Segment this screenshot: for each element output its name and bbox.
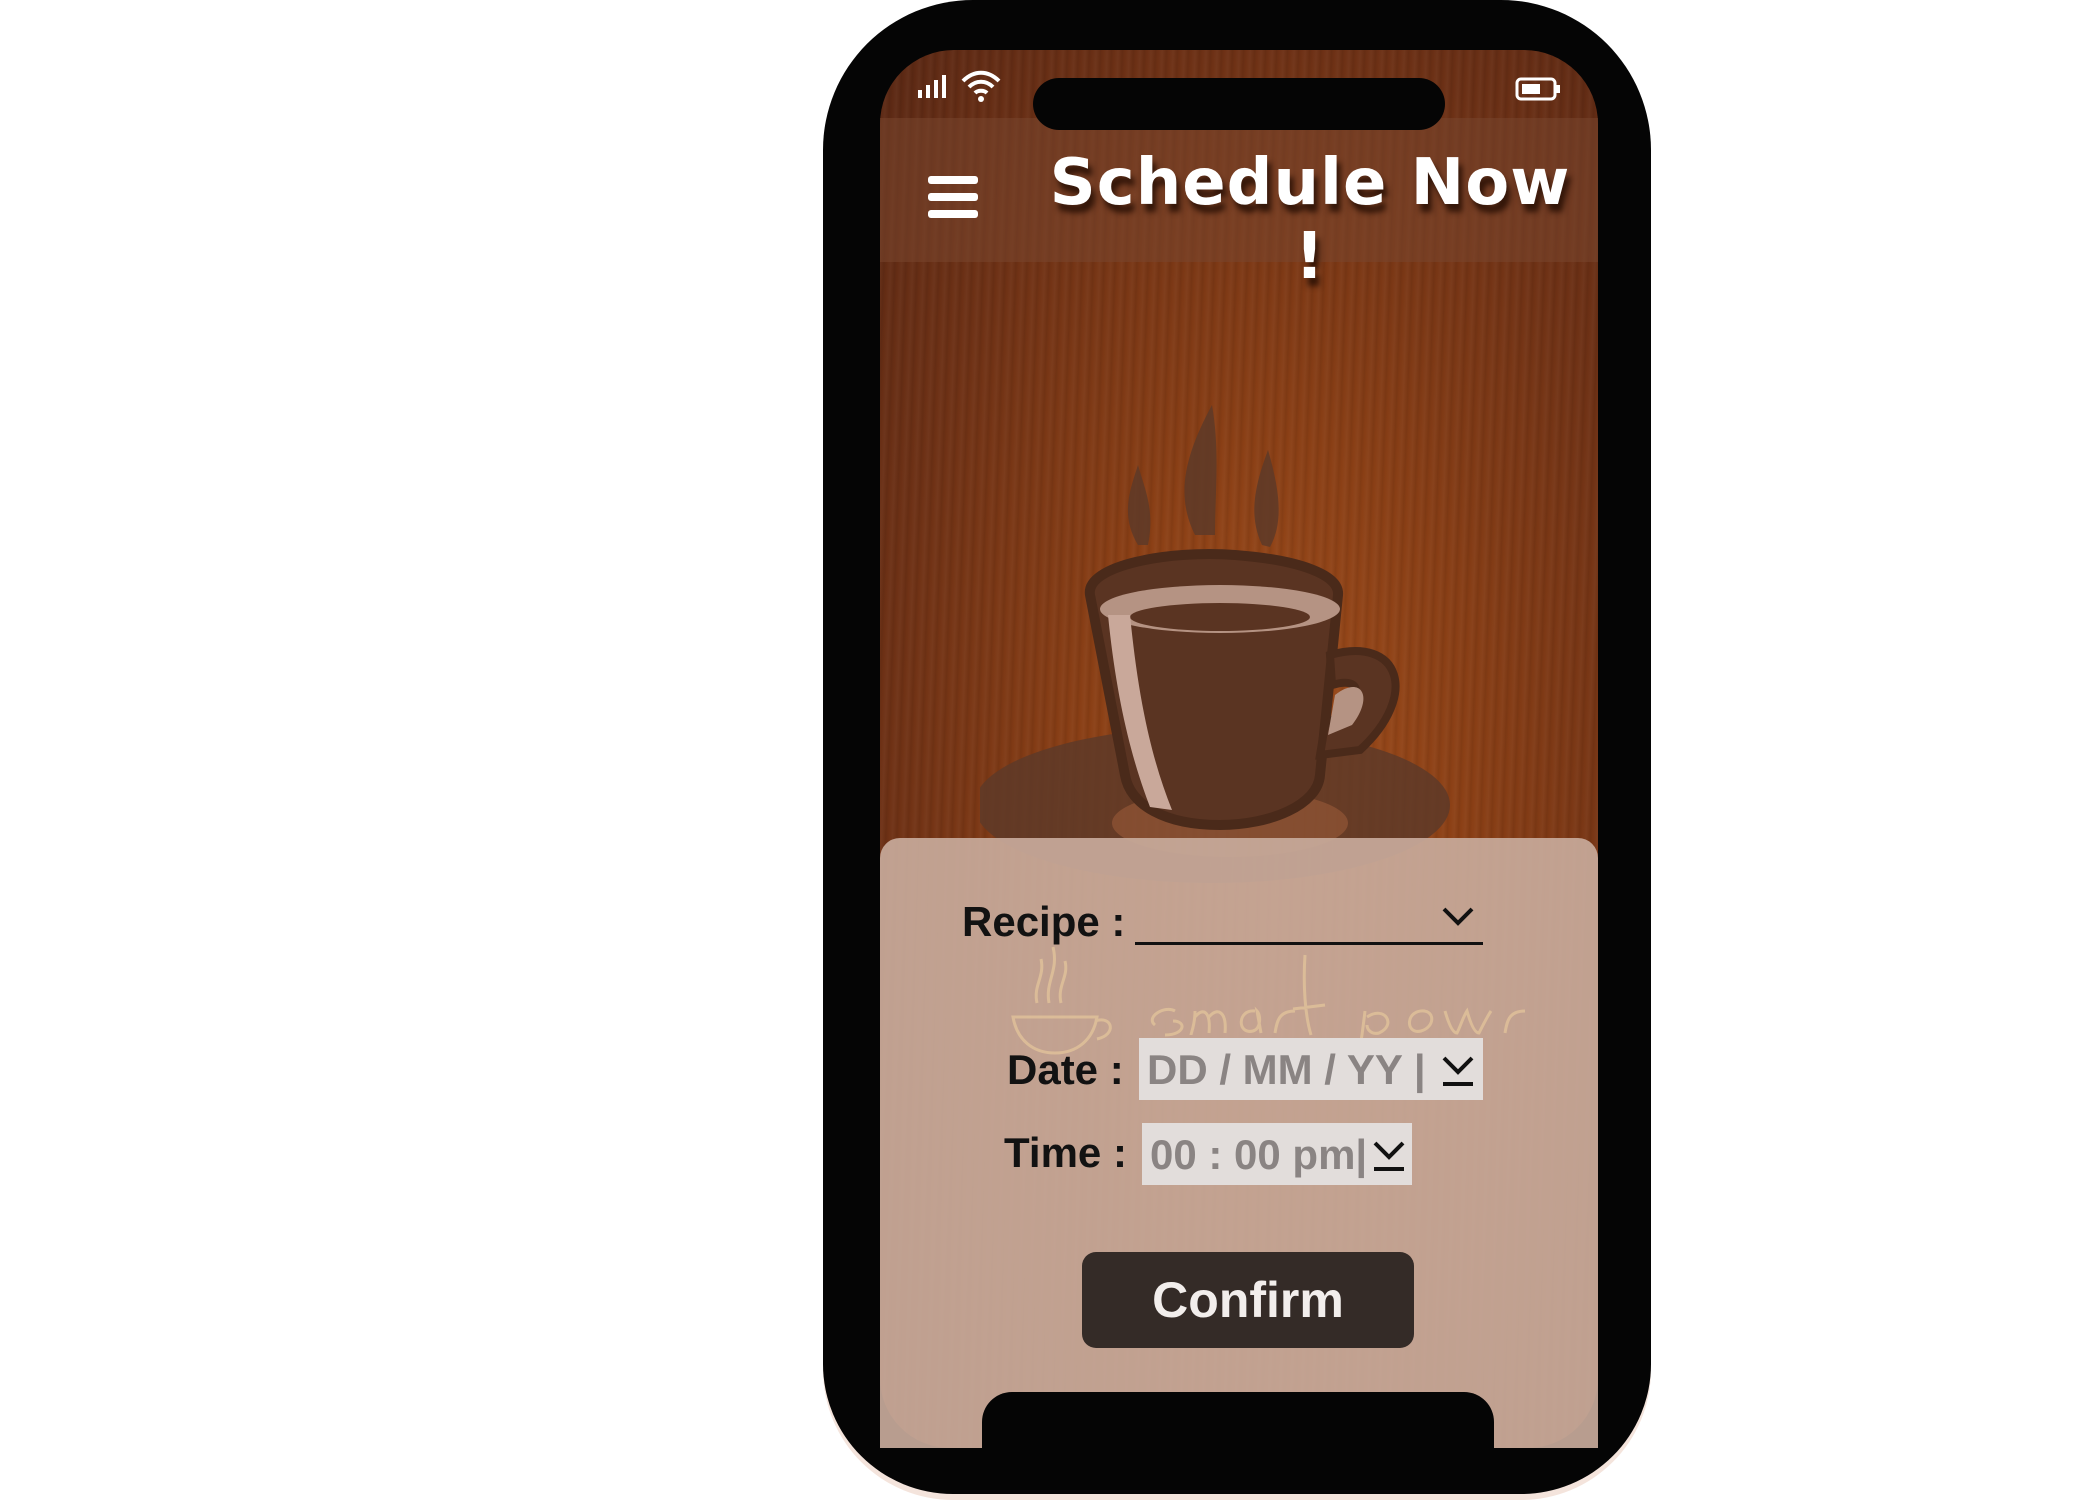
confirm-button[interactable]: Confirm [1082,1252,1414,1348]
chevron-down-icon[interactable] [1441,1052,1475,1088]
recipe-label: Recipe : [962,898,1126,945]
wifi-icon [961,70,1001,102]
date-picker-field[interactable]: DD / MM / YY | [1139,1038,1483,1100]
recipe-dropdown[interactable] [1135,900,1483,945]
chevron-down-icon[interactable] [1441,904,1475,928]
date-placeholder: DD / MM / YY | [1147,1046,1426,1093]
page-title: Schedule Now ! [1049,146,1571,294]
phone-notch [1033,78,1445,130]
time-placeholder: 00 : 00 pm| [1150,1131,1368,1178]
hamburger-menu-icon[interactable] [928,174,978,220]
chevron-down-icon[interactable] [1372,1137,1406,1173]
phone-bottom-bezel [982,1392,1494,1462]
coffee-cup-icon [980,405,1450,883]
battery-icon [1515,77,1560,101]
time-picker-field[interactable]: 00 : 00 pm| [1142,1123,1412,1185]
time-label: Time : [1004,1129,1127,1176]
date-label: Date : [1007,1046,1124,1093]
signal-icon [918,75,946,98]
